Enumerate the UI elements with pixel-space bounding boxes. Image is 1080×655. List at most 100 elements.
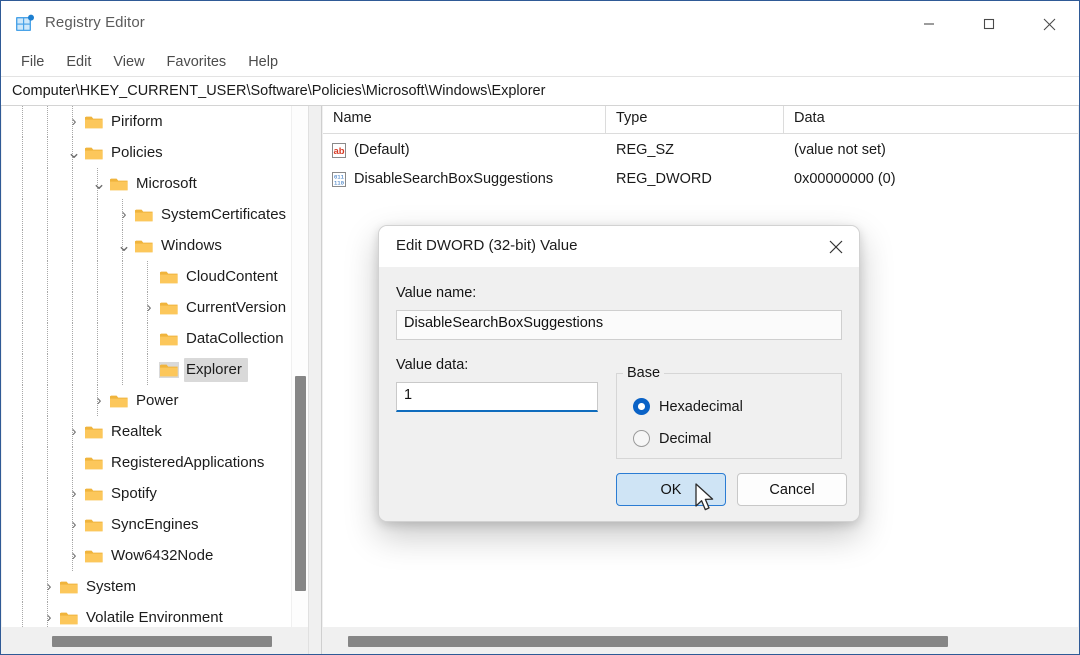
menu-item-view[interactable]: View <box>102 51 155 73</box>
table-row[interactable]: 011 110 DisableSearchBoxSuggestions REG_… <box>323 165 1078 193</box>
tree-item-syncengines[interactable]: ›SyncEngines <box>2 509 290 540</box>
chevron-down-icon[interactable]: ⌄ <box>64 137 84 168</box>
menu-item-favorites[interactable]: Favorites <box>156 51 238 73</box>
radio-decimal-label: Decimal <box>659 431 711 447</box>
chevron-right-icon[interactable]: › <box>64 106 84 137</box>
tree-item-label: Policies <box>111 142 168 164</box>
tree-guide-line <box>47 447 48 478</box>
tree-guide-line <box>22 478 23 509</box>
value-name-input[interactable]: DisableSearchBoxSuggestions <box>396 310 842 340</box>
tree-guide-line <box>47 230 48 261</box>
chevron-right-icon[interactable]: › <box>64 540 84 571</box>
tree-item-policies[interactable]: ⌄ Policies <box>2 137 290 168</box>
folder-icon <box>159 331 179 347</box>
tree-guide-line <box>97 261 98 292</box>
tree-guide-line <box>72 261 73 292</box>
chevron-right-icon[interactable]: › <box>39 602 59 627</box>
registry-path: Computer\HKEY_CURRENT_USER\Software\Poli… <box>12 83 545 99</box>
address-bar[interactable]: Computer\HKEY_CURRENT_USER\Software\Poli… <box>1 76 1079 106</box>
cancel-button[interactable]: Cancel <box>737 473 847 506</box>
tree-item-label: SystemCertificates <box>161 204 290 226</box>
tree-item-explorer[interactable]: Explorer <box>2 354 290 385</box>
maximize-button[interactable] <box>959 1 1019 47</box>
tree-guide-line <box>122 292 123 323</box>
tree-item-label: DataCollection <box>186 328 289 350</box>
tree-item-systemcertificates[interactable]: › SystemCertificates <box>2 199 290 230</box>
tree-item-system[interactable]: ›System <box>2 571 290 602</box>
tree-item-windows[interactable]: ⌄Windows <box>2 230 290 261</box>
tree-guide-line <box>47 106 48 137</box>
tree-item-cloudcontent[interactable]: CloudContent <box>2 261 290 292</box>
tree-item-realtek[interactable]: ›Realtek <box>2 416 290 447</box>
tree-hscroll-thumb[interactable] <box>52 636 272 647</box>
chevron-right-icon[interactable]: › <box>64 478 84 509</box>
menu-item-help[interactable]: Help <box>237 51 289 73</box>
folder-icon <box>109 393 129 409</box>
tree-item-currentversion[interactable]: ›CurrentVersion <box>2 292 290 323</box>
tree-item-registeredapplications[interactable]: RegisteredApplications <box>2 447 290 478</box>
chevron-right-icon[interactable]: › <box>89 385 109 416</box>
value-data-label: Value data: <box>396 357 468 373</box>
value-data-input[interactable]: 1 <box>396 382 598 412</box>
chevron-right-icon[interactable]: › <box>139 292 159 323</box>
column-header-data[interactable]: Data <box>784 106 1078 134</box>
tree-guide-line <box>22 571 23 602</box>
tree-item-power[interactable]: ›Power <box>2 385 290 416</box>
tree-item-datacollection[interactable]: DataCollection <box>2 323 290 354</box>
tree-item-piriform[interactable]: ›Piriform <box>2 106 290 137</box>
chevron-right-icon[interactable]: › <box>64 509 84 540</box>
tree-item-microsoft[interactable]: ⌄ Microsoft <box>2 168 290 199</box>
chevron-down-icon[interactable]: ⌄ <box>114 230 134 261</box>
tree-guide-line <box>122 261 123 292</box>
tree-guide-line <box>72 354 73 385</box>
tree-item-label: Microsoft <box>136 173 202 195</box>
tree-guide-line <box>22 354 23 385</box>
registry-tree[interactable]: ›Piriform⌄Policies⌄Microsoft›SystemCerti… <box>2 106 290 627</box>
svg-text:110: 110 <box>334 179 345 186</box>
tree-item-wow6432node[interactable]: ›Wow6432Node <box>2 540 290 571</box>
radio-hexadecimal[interactable]: Hexadecimal <box>633 398 743 415</box>
values-horizontal-scrollbar[interactable] <box>323 627 1078 654</box>
string-value-icon: ab <box>331 142 348 159</box>
radio-decimal[interactable]: Decimal <box>633 430 711 447</box>
tree-guide-line <box>22 323 23 354</box>
tree-guide-line <box>47 540 48 571</box>
table-row[interactable]: ab (Default) REG_SZ (value not set) <box>323 136 1078 164</box>
tree-horizontal-scrollbar[interactable] <box>2 627 308 654</box>
tree-guide-line <box>72 385 73 416</box>
chevron-right-icon[interactable]: › <box>114 199 134 230</box>
tree-vertical-scrollbar[interactable] <box>291 106 308 627</box>
tree-guide-line <box>22 261 23 292</box>
dialog-close-icon[interactable] <box>813 226 859 267</box>
values-column-header: Name Type Data <box>323 106 1078 134</box>
tree-guide-line <box>22 230 23 261</box>
tree-guide-line <box>47 137 48 168</box>
chevron-right-icon[interactable]: › <box>39 571 59 602</box>
tree-guide-line <box>22 509 23 540</box>
chevron-right-icon[interactable]: › <box>64 416 84 447</box>
tree-guide-line <box>47 478 48 509</box>
window-title: Registry Editor <box>45 14 145 31</box>
menu-item-edit[interactable]: Edit <box>55 51 102 73</box>
pane-splitter[interactable] <box>308 106 322 654</box>
minimize-button[interactable] <box>899 1 959 47</box>
folder-icon <box>84 517 104 533</box>
edit-dword-dialog: Edit DWORD (32-bit) Value Value name: Di… <box>378 225 860 522</box>
ok-button[interactable]: OK <box>616 473 726 506</box>
tree-item-spotify[interactable]: ›Spotify <box>2 478 290 509</box>
dialog-title: Edit DWORD (32-bit) Value <box>396 237 577 254</box>
tree-guide-line <box>47 168 48 199</box>
column-header-type[interactable]: Type <box>606 106 784 134</box>
tree-item-volatile-environment[interactable]: ›Volatile Environment <box>2 602 290 627</box>
tree-guide-line <box>22 168 23 199</box>
menu-item-file[interactable]: File <box>10 51 55 73</box>
dialog-body: Value name: DisableSearchBoxSuggestions … <box>379 267 859 521</box>
column-header-name[interactable]: Name <box>323 106 606 134</box>
tree-vscroll-thumb[interactable] <box>295 376 306 591</box>
tree-guide-line <box>47 416 48 447</box>
chevron-down-icon[interactable]: ⌄ <box>89 168 109 199</box>
tree-guide-line <box>22 540 23 571</box>
close-button[interactable] <box>1019 1 1079 47</box>
tree-guide-line <box>97 230 98 261</box>
values-hscroll-thumb[interactable] <box>348 636 948 647</box>
